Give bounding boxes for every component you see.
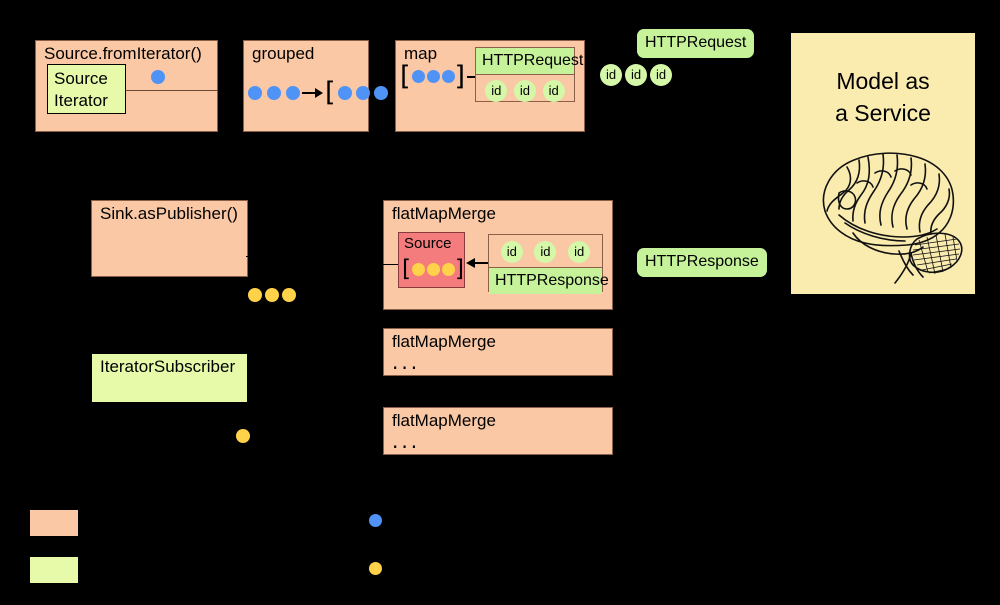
- stage-flat-map-merge-2[interactable]: flatMapMerge ...: [383, 328, 613, 376]
- element-dot: [426, 70, 440, 83]
- diagram-canvas: Source.fromIterator() Source Iterator gr…: [0, 0, 1000, 605]
- open-bracket: [: [402, 256, 411, 282]
- element-dot: [355, 85, 370, 100]
- stage-flat-map-merge-3[interactable]: flatMapMerge ...: [383, 407, 613, 455]
- model-as-a-service-panel[interactable]: Model as a Service: [790, 32, 976, 295]
- stage-grouped-label: grouped: [252, 44, 315, 63]
- http-response-badge[interactable]: HTTPResponse: [637, 248, 767, 277]
- element-dot: [337, 85, 352, 100]
- source-iterator-box[interactable]: Source Iterator: [47, 64, 126, 114]
- element-dot: [373, 85, 388, 100]
- open-bracket: [: [325, 77, 336, 108]
- publisher-connector-tick: [246, 256, 252, 257]
- element-dot: [248, 85, 262, 100]
- response-dot: [426, 263, 440, 276]
- stage-flat-map-merge-main-label: flatMapMerge: [392, 204, 496, 223]
- id-chip: id: [500, 241, 523, 263]
- stage-sink-as-publisher[interactable]: Sink.asPublisher(): [91, 200, 248, 277]
- http-request-badge[interactable]: HTTPRequest: [637, 29, 755, 58]
- legend-swatch-domain: [30, 557, 78, 583]
- source-iterator-label-line2: Iterator: [54, 91, 108, 110]
- element-dot: [267, 85, 281, 100]
- http-request-id-row: id id id: [600, 64, 672, 86]
- model-panel-title-line1: Model as: [836, 68, 930, 94]
- http-response-id-list: id id id: [489, 235, 602, 267]
- id-chip: id: [513, 80, 536, 102]
- stage-iterator-subscriber[interactable]: IteratorSubscriber: [91, 353, 248, 403]
- model-panel-title: Model as a Service: [791, 65, 975, 129]
- inner-source-label: Source: [404, 235, 452, 252]
- http-request-id-list: id id id: [476, 75, 574, 107]
- response-dot: [441, 263, 455, 276]
- source-iterator-label-line1: Source: [54, 69, 108, 88]
- stage-sink-as-publisher-label: Sink.asPublisher(): [100, 204, 238, 223]
- response-dot: [282, 288, 296, 302]
- publisher-dot-row: [248, 288, 296, 302]
- legend-swatch-stage: [30, 510, 78, 536]
- model-panel-title-line2: a Service: [835, 100, 931, 126]
- stage-flat-map-merge-3-ellipsis: ...: [392, 429, 421, 453]
- flow-arrow-icon: [302, 87, 324, 98]
- stage-flat-map-merge-2-ellipsis: ...: [392, 350, 421, 374]
- stage-iterator-subscriber-label: IteratorSubscriber: [100, 357, 236, 376]
- close-bracket: ]: [454, 256, 464, 282]
- id-chip: id: [542, 80, 565, 102]
- legend-dot-element: [369, 514, 382, 527]
- id-chip: id: [650, 64, 672, 86]
- http-request-card-header: HTTPRequest: [476, 48, 583, 75]
- http-request-card[interactable]: HTTPRequest id id id: [475, 47, 583, 102]
- flat-map-merge-input-line: [383, 264, 398, 265]
- legend-dot-response: [369, 562, 382, 575]
- http-response-card[interactable]: id id id HTTPResponse: [488, 234, 609, 294]
- inner-source-box[interactable]: Source [ ]: [398, 232, 465, 288]
- close-bracket: ]: [454, 61, 466, 92]
- response-dot: [411, 263, 425, 276]
- response-dot: [236, 429, 250, 443]
- element-dot: [151, 70, 165, 84]
- http-response-card-footer: HTTPResponse: [489, 267, 609, 294]
- inner-source-dot-row: [ ]: [402, 258, 464, 281]
- grouped-flow-row: [ ]: [248, 79, 399, 106]
- stage-source-from-iterator-label: Source.fromIterator(): [44, 44, 202, 63]
- open-bracket: [: [400, 61, 411, 92]
- response-dot: [265, 288, 279, 302]
- id-chip: id: [625, 64, 647, 86]
- element-dot: [441, 70, 455, 83]
- id-chip: id: [534, 241, 557, 263]
- element-dot: [411, 70, 425, 83]
- response-dot: [248, 288, 262, 302]
- id-chip: id: [568, 241, 591, 263]
- id-chip: id: [600, 64, 622, 86]
- source-iterator-connector-line: [126, 90, 218, 91]
- id-chip: id: [485, 80, 508, 102]
- element-dot: [286, 85, 300, 100]
- brain-icon: [799, 133, 969, 288]
